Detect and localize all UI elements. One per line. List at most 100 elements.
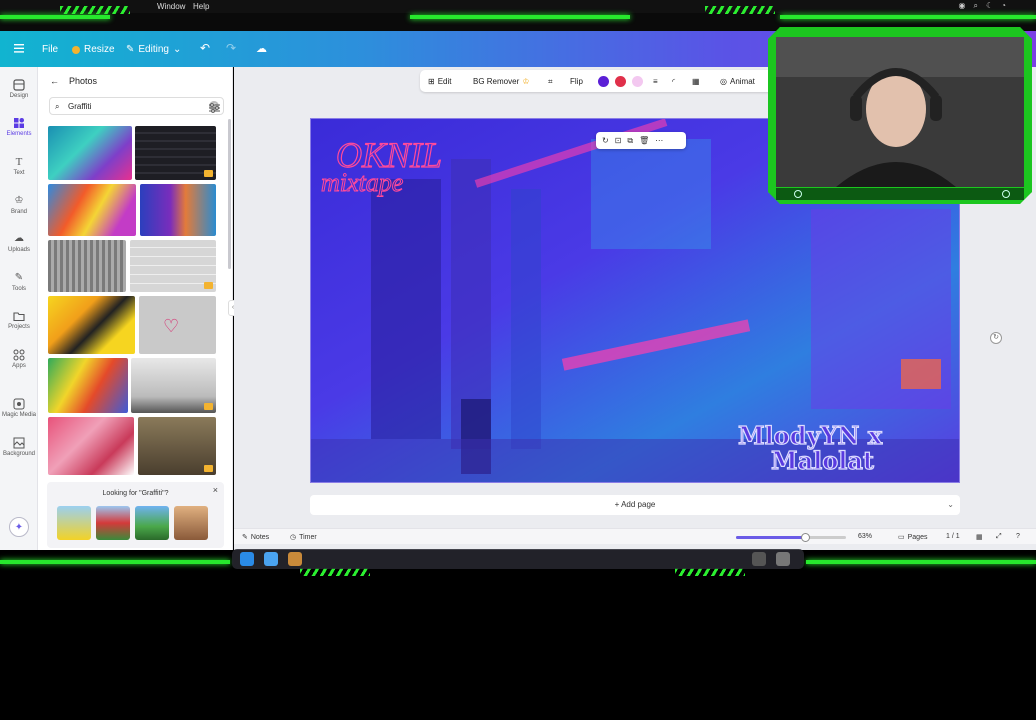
canvas-artist-line2[interactable]: Malolat xyxy=(770,445,874,475)
rail-item-design[interactable]: Design xyxy=(0,79,38,99)
stream-frame-bottom xyxy=(0,550,1036,720)
menu-help[interactable]: Help xyxy=(193,2,209,11)
search-input[interactable]: ⌕ Graffiti × xyxy=(49,97,224,115)
rail-item-tools[interactable]: ✎ Tools xyxy=(0,272,38,292)
magic-sparkle-button[interactable]: ✦ xyxy=(9,517,29,537)
photo-thumbnail[interactable] xyxy=(48,240,126,292)
app-icon[interactable] xyxy=(288,552,302,566)
cloud-sync-icon[interactable]: ☁ xyxy=(256,42,267,55)
moon-icon[interactable]: ☾ xyxy=(986,1,993,11)
chevron-down-icon: ⌄ xyxy=(172,44,182,55)
edit-button[interactable]: ⊞ Edit xyxy=(428,77,452,86)
macos-dock xyxy=(232,549,804,569)
file-menu[interactable]: File xyxy=(42,44,58,55)
app-icon[interactable] xyxy=(752,552,766,566)
layout-icon xyxy=(13,79,25,91)
rail-label: Text xyxy=(13,170,25,176)
grid-view-icon[interactable]: ▦ xyxy=(976,533,983,541)
photo-thumbnail[interactable] xyxy=(135,126,216,180)
resize-label: Resize xyxy=(84,44,115,55)
fullscreen-icon[interactable]: ⤢ xyxy=(996,533,1002,541)
flip-button[interactable]: Flip xyxy=(570,77,583,86)
photo-thumbnail[interactable] xyxy=(48,358,128,413)
timer-button[interactable]: ◷ Timer xyxy=(290,533,317,542)
color-swatch[interactable] xyxy=(632,76,643,87)
rail-item-background[interactable]: Background xyxy=(0,437,38,457)
add-page-label: + Add page xyxy=(614,500,656,509)
photo-thumbnail[interactable] xyxy=(48,296,135,354)
photo-thumbnail[interactable] xyxy=(48,126,132,180)
mail-icon[interactable] xyxy=(264,552,278,566)
photo-thumbnail[interactable] xyxy=(130,240,216,292)
trash-icon[interactable]: 🗑 xyxy=(639,136,649,145)
crop-icon[interactable]: ⌗ xyxy=(548,77,553,87)
rail-label: Design xyxy=(9,93,29,99)
chevron-down-icon[interactable]: ⌄ xyxy=(947,495,954,515)
pencil-icon: ✎ xyxy=(126,44,135,55)
animate-icon: ◎ xyxy=(720,77,727,86)
rail-item-apps[interactable]: Apps xyxy=(0,349,38,369)
suggestion-thumbnail[interactable] xyxy=(174,506,208,540)
menu-icon[interactable] xyxy=(14,44,24,53)
editing-dropdown[interactable]: ✎ Editing ⌄ xyxy=(126,44,181,55)
panel-scrollbar[interactable] xyxy=(228,119,231,269)
back-arrow-icon[interactable]: ← xyxy=(50,76,59,86)
rail-item-text[interactable]: T Text xyxy=(0,156,38,176)
crown-icon xyxy=(204,170,213,177)
photo-thumbnail[interactable] xyxy=(140,184,216,236)
more-icon[interactable]: ⋯ xyxy=(655,136,663,145)
rail-item-elements[interactable]: Elements xyxy=(0,117,38,137)
add-page-button[interactable]: + Add page ⌄ xyxy=(310,495,960,515)
zoom-slider-knob[interactable] xyxy=(801,533,811,542)
search-icon[interactable]: ⌕ xyxy=(974,1,978,11)
duplicate-icon[interactable]: ⧉ xyxy=(627,136,633,146)
finder-icon[interactable] xyxy=(240,552,254,566)
animate-button[interactable]: ◎ Animat xyxy=(720,77,755,86)
transparency-icon[interactable]: ▦ xyxy=(692,77,700,86)
webcam-overlay xyxy=(768,27,1032,204)
lock-icon[interactable]: ⊡ xyxy=(615,136,622,145)
corner-icon[interactable]: ◜ xyxy=(672,77,675,86)
suggestion-thumbnail[interactable] xyxy=(96,506,130,540)
canvas-subtitle[interactable]: mixtape xyxy=(321,168,404,198)
help-icon[interactable]: ? xyxy=(1016,533,1020,540)
frame-chevrons xyxy=(300,568,370,576)
rail-item-brand[interactable]: ♔ Brand xyxy=(0,195,38,215)
redo-icon[interactable]: ↷ xyxy=(226,41,236,55)
notes-button[interactable]: ✎ Notes xyxy=(242,533,269,542)
rail-item-uploads[interactable]: ☁ Uploads xyxy=(0,233,38,253)
zoom-value[interactable]: 63% xyxy=(858,533,872,540)
photo-thumbnail[interactable] xyxy=(48,417,134,475)
menu-window[interactable]: Window xyxy=(157,2,185,11)
rail-item-projects[interactable]: Projects xyxy=(0,310,38,330)
rail-label: Background xyxy=(2,451,36,457)
rail-item-magic-media[interactable]: Magic Media xyxy=(0,398,38,418)
color-swatch[interactable] xyxy=(615,76,626,87)
bg-remover-button[interactable]: BG Remover ♔ xyxy=(473,77,529,86)
control-center-icon[interactable]: ◉ xyxy=(959,1,966,11)
suggestion-thumbnail[interactable] xyxy=(135,506,169,540)
pages-icon: ▭ xyxy=(898,534,905,541)
app-icon[interactable] xyxy=(776,552,790,566)
cloud-upload-icon: ☁ xyxy=(14,233,24,244)
lines-icon[interactable]: ≡ xyxy=(653,77,658,86)
zoom-slider[interactable] xyxy=(736,533,846,542)
resize-button[interactable]: Resize xyxy=(72,44,115,55)
suggestion-thumbnail[interactable] xyxy=(57,506,91,540)
rail-label: Tools xyxy=(11,286,26,292)
search-value: Graffiti xyxy=(68,102,92,111)
rotate-icon[interactable]: ↻ xyxy=(602,136,609,145)
wifi-icon[interactable]: ◔ xyxy=(1001,1,1006,11)
background-icon xyxy=(13,437,25,449)
photo-thumbnail[interactable] xyxy=(131,358,216,413)
rotate-page-icon[interactable]: ↻ xyxy=(990,332,1002,344)
bg-remover-label: BG Remover xyxy=(473,77,520,86)
headset-shape xyxy=(850,95,862,121)
undo-icon[interactable]: ↶ xyxy=(200,41,210,55)
color-swatch[interactable] xyxy=(598,76,609,87)
photo-thumbnail[interactable] xyxy=(138,417,216,475)
pages-button[interactable]: ▭ Pages xyxy=(898,533,927,542)
photo-thumbnail[interactable] xyxy=(48,184,136,236)
filter-icon[interactable] xyxy=(209,100,220,118)
photo-thumbnail[interactable]: ♡ xyxy=(139,296,216,354)
